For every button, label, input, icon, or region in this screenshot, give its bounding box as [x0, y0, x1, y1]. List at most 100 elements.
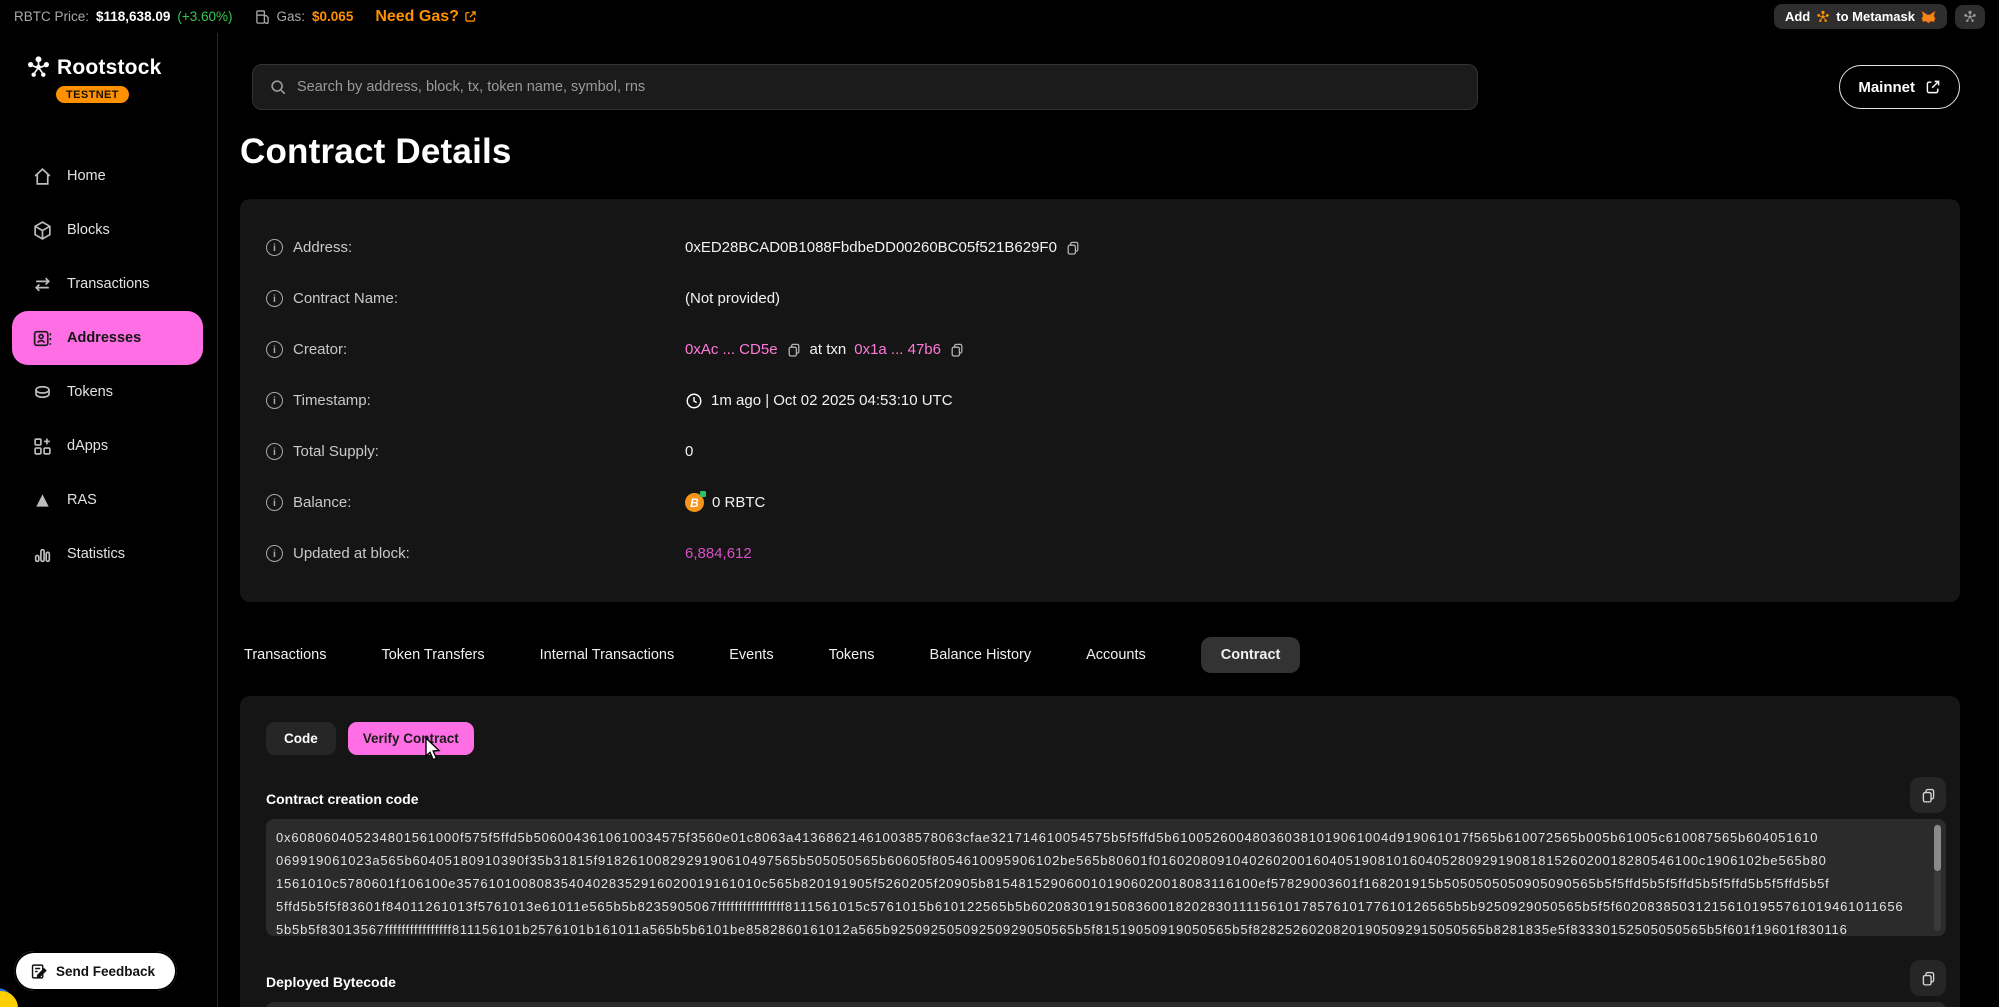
rbtc-price-change: (+3.60%)	[177, 9, 232, 24]
rootstock-apps-button[interactable]	[1955, 5, 1985, 29]
sidebar-item-label: dApps	[67, 438, 108, 454]
sidebar-item-label: Tokens	[67, 384, 113, 400]
home-icon	[31, 165, 53, 187]
detail-value-text: at txn	[810, 341, 847, 358]
creation-code-scrollbar[interactable]	[1934, 824, 1941, 931]
chat-widget-sliver[interactable]	[0, 991, 18, 1007]
info-icon: i	[266, 443, 283, 460]
sidebar-item-tokens[interactable]: Tokens	[0, 365, 217, 419]
clock-icon	[685, 392, 703, 410]
creation-code-line: 5ffd5b5f5f83601f84011261013f5761013e6101…	[276, 895, 1920, 918]
need-gas-link[interactable]: Need Gas?	[375, 8, 477, 26]
info-icon: i	[266, 392, 283, 409]
contract-details-card: i Address: 0xED28BCAD0B1088FbdbeDD00260B…	[240, 199, 1960, 602]
copy-icon	[1920, 970, 1937, 987]
sidebar: Rootstock TESTNET Home Blocks Transactio…	[0, 33, 218, 1007]
external-link-icon	[464, 10, 477, 23]
detail-row: i Contract Name: (Not provided)	[266, 273, 1934, 324]
address-link[interactable]: 0xAc ... CD5e	[685, 341, 778, 358]
add-rbtc-to-metamask-button[interactable]: Add to Metamask	[1774, 4, 1947, 29]
swap-arrows-icon	[31, 273, 53, 295]
sidebar-item-label: Addresses	[67, 330, 141, 346]
sidebar-item-addresses[interactable]: Addresses	[12, 311, 203, 365]
sidebar-item-statistics[interactable]: Statistics	[0, 527, 217, 581]
tab-tokens[interactable]: Tokens	[829, 647, 875, 663]
coin-icon	[31, 381, 53, 403]
detail-label: Updated at block:	[293, 545, 410, 562]
creation-code-line: 069919061023a565b60405180910390f35b31815…	[276, 849, 1920, 872]
brand-name: Rootstock	[57, 56, 161, 80]
tab-bar: Transactions Token Transfers Internal Tran…	[244, 635, 1960, 675]
sidebar-item-label: Blocks	[67, 222, 110, 238]
detail-row: i Address: 0xED28BCAD0B1088FbdbeDD00260B…	[266, 222, 1934, 273]
copy-icon[interactable]	[786, 342, 802, 358]
sidebar-nav: Home Blocks Transactions Addresses Token…	[0, 149, 217, 581]
gas-pump-icon	[255, 9, 270, 25]
tab-internal-transactions[interactable]: Internal Transactions	[540, 647, 675, 663]
network-switch-button[interactable]: Mainnet	[1839, 65, 1960, 109]
creation-code-line: 5b5b5f83013567ffffffffffffffff811156101b…	[276, 918, 1920, 936]
brand[interactable]: Rootstock TESTNET	[0, 33, 217, 103]
tab-accounts[interactable]: Accounts	[1086, 647, 1146, 663]
rootstock-token-icon	[1816, 10, 1830, 24]
deployed-bytecode-box[interactable]: 0x608060405234801561000f575f5ffd5b506040…	[266, 1002, 1946, 1007]
send-feedback-button[interactable]: Send Feedback	[14, 951, 177, 991]
feedback-pencil-icon	[30, 963, 47, 980]
tab-token-transfers[interactable]: Token Transfers	[381, 647, 484, 663]
detail-row: i Updated at block: 6,884,612	[266, 528, 1934, 579]
detail-value-text: 0 RBTC	[712, 494, 765, 511]
tab-contract[interactable]: Contract	[1201, 637, 1301, 673]
triangle-icon	[31, 489, 53, 511]
search-bar[interactable]	[252, 64, 1478, 110]
info-icon: i	[266, 290, 283, 307]
detail-label: Timestamp:	[293, 392, 371, 409]
detail-label: Total Supply:	[293, 443, 379, 460]
block-link[interactable]: 6,884,612	[685, 545, 752, 562]
info-icon: i	[266, 239, 283, 256]
code-button[interactable]: Code	[266, 722, 336, 755]
info-icon: i	[266, 341, 283, 358]
contract-code-panel: Code Verify Contract Contract creation c…	[240, 696, 1960, 1007]
copy-icon	[1920, 787, 1937, 804]
sidebar-item-home[interactable]: Home	[0, 149, 217, 203]
bar-chart-icon	[31, 543, 53, 565]
detail-row: i Balance: B0 RBTC	[266, 477, 1934, 528]
verify-contract-button[interactable]: Verify Contract	[348, 722, 474, 755]
sidebar-item-dapps[interactable]: dApps	[0, 419, 217, 473]
gas-price-value: $0.065	[312, 9, 353, 24]
sidebar-item-transactions[interactable]: Transactions	[0, 257, 217, 311]
sidebar-item-label: Transactions	[67, 276, 149, 292]
sidebar-item-label: Home	[67, 168, 106, 184]
sidebar-item-blocks[interactable]: Blocks	[0, 203, 217, 257]
page-title: Contract Details	[240, 132, 1960, 172]
detail-label: Contract Name:	[293, 290, 398, 307]
info-icon: i	[266, 545, 283, 562]
address-link[interactable]: 0x1a ... 47b6	[854, 341, 941, 358]
creation-code-box[interactable]: 0x608060405234801561000f575f5ffd5b506004…	[266, 819, 1946, 936]
grid-plus-icon	[31, 435, 53, 457]
search-input[interactable]	[297, 79, 1461, 95]
main-content: Mainnet Contract Details i Address: 0xED…	[218, 33, 1999, 1007]
rbtc-coin-icon: B	[685, 493, 704, 512]
copy-deployed-bytecode-button[interactable]	[1910, 960, 1946, 996]
rootstock-logo-icon	[26, 55, 51, 80]
detail-label: Balance:	[293, 494, 351, 511]
rbtc-price-value: $118,638.09	[96, 9, 170, 24]
detail-value-text: 1m ago | Oct 02 2025 04:53:10 UTC	[711, 392, 953, 409]
tab-balance-history[interactable]: Balance History	[930, 647, 1032, 663]
copy-icon[interactable]	[1065, 240, 1081, 256]
gas-label: Gas:	[277, 9, 306, 24]
rootstock-flower-icon	[1963, 10, 1977, 24]
detail-label: Address:	[293, 239, 352, 256]
topbar: RBTC Price: $118,638.09 (+3.60%) Gas: $0…	[0, 0, 1999, 33]
detail-row: i Timestamp: 1m ago | Oct 02 2025 04:53:…	[266, 375, 1934, 426]
sidebar-item-ras[interactable]: RAS	[0, 473, 217, 527]
creation-code-label: Contract creation code	[266, 791, 418, 807]
external-link-icon	[1925, 79, 1941, 95]
copy-creation-code-button[interactable]	[1910, 777, 1946, 813]
mouse-cursor	[424, 737, 446, 761]
tab-events[interactable]: Events	[729, 647, 773, 663]
tab-transactions[interactable]: Transactions	[244, 647, 326, 663]
copy-icon[interactable]	[949, 342, 965, 358]
gas-group: Gas: $0.065	[255, 9, 354, 25]
